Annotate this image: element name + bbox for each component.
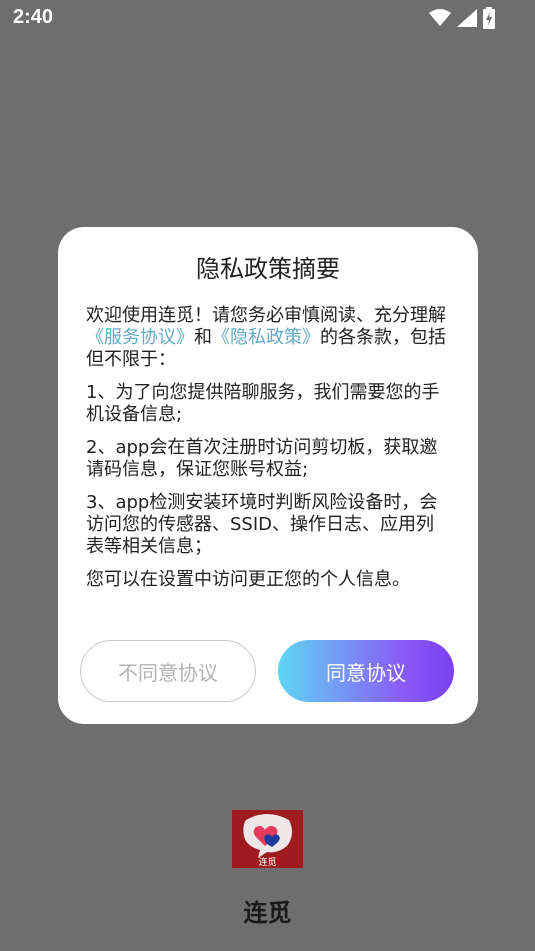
privacy-dialog: 隐私政策摘要 欢迎使用连觅！请您务必审慎阅读、充分理解《服务协议》和《隐私政策》…	[58, 227, 478, 724]
footer-note: 您可以在设置中访问更正您的个人信息。	[86, 569, 410, 590]
app-name: 连觅	[243, 899, 292, 927]
policy-item-1: 1、为了向您提供陪聊服务，我们需要您的手机设备信息;	[86, 382, 440, 425]
status-time: 2:40	[13, 6, 54, 28]
privacy-policy-link[interactable]: 《隐私政策》	[212, 327, 320, 348]
logo-text: 连觅	[258, 856, 276, 868]
app-logo: 连觅	[232, 810, 303, 868]
dialog-title: 隐私政策摘要	[196, 255, 340, 283]
status-icons	[429, 7, 495, 29]
policy-item-2: 2、app会在首次注册时访问剪切板，获取邀请码信息，保证您账号权益;	[86, 437, 438, 480]
decline-button[interactable]: 不同意协议	[80, 640, 256, 702]
status-bar: 2:40	[0, 0, 535, 36]
policy-item-3: 3、app检测安装环境时判断风险设备时，会访问您的传感器、SSID、操作日志、应…	[86, 492, 438, 557]
battery-charging-icon	[483, 7, 495, 29]
intro-prefix: 欢迎使用连觅！请您务必审慎阅读、充分理解	[86, 305, 446, 326]
dialog-body: 欢迎使用连觅！请您务必审慎阅读、充分理解《服务协议》和《隐私政策》的各条款，包括…	[86, 305, 448, 602]
intro-paragraph: 欢迎使用连觅！请您务必审慎阅读、充分理解《服务协议》和《隐私政策》的各条款，包括…	[86, 305, 448, 371]
signal-icon	[457, 9, 477, 27]
intro-and: 和	[194, 327, 212, 348]
chat-heart-icon: 连觅	[243, 814, 293, 868]
service-agreement-link[interactable]: 《服务协议》	[86, 327, 194, 348]
wifi-icon	[429, 9, 451, 27]
agree-button[interactable]: 同意协议	[278, 640, 454, 702]
